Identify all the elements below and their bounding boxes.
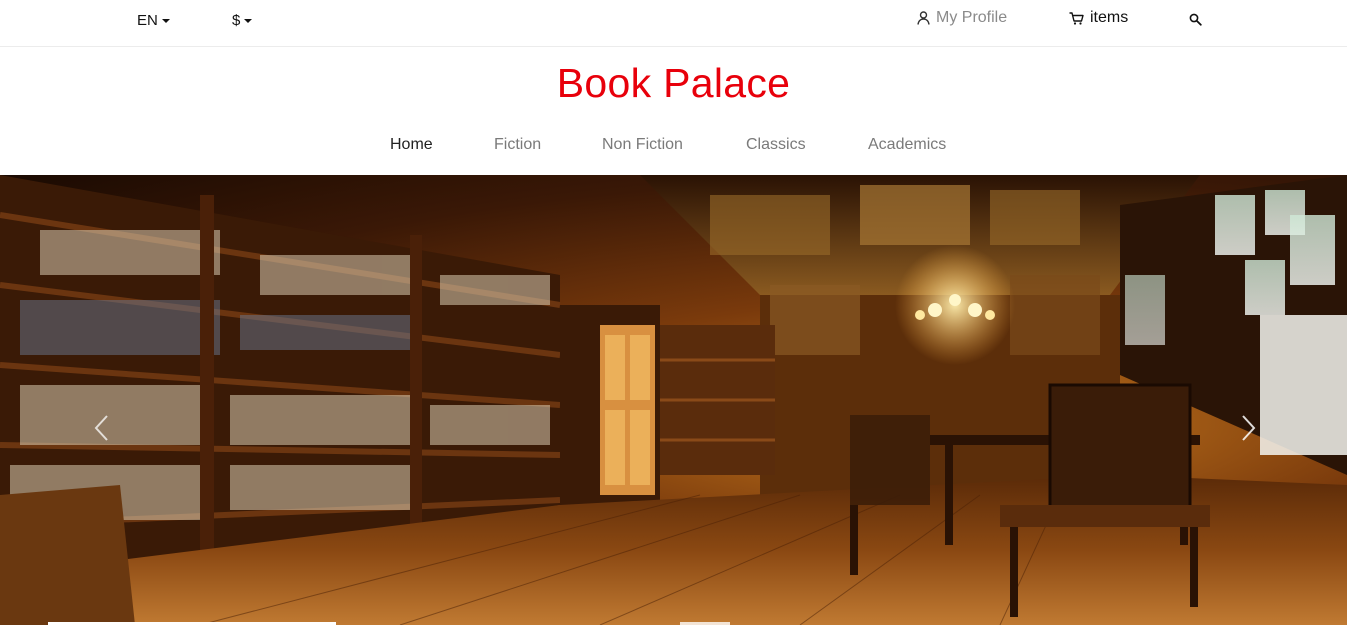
top-bar: EN $ My Profile items	[0, 0, 1347, 47]
cart-link[interactable]: items	[1069, 9, 1128, 27]
hero-carousel	[0, 175, 1347, 625]
nav-item-academics[interactable]: Academics	[868, 136, 946, 154]
my-profile-label: My Profile	[936, 9, 1008, 26]
search-icon	[1189, 13, 1202, 26]
library-image	[0, 175, 1347, 625]
caret-down-icon	[244, 19, 253, 23]
cart-label: items	[1090, 9, 1129, 26]
currency-label: $	[232, 12, 241, 29]
language-dropdown[interactable]: EN	[137, 12, 170, 29]
search-button[interactable]	[1189, 13, 1202, 31]
my-profile-link[interactable]: My Profile	[917, 9, 1007, 27]
language-label: EN	[137, 12, 158, 29]
nav-item-fiction[interactable]: Fiction	[494, 136, 541, 154]
currency-dropdown[interactable]: $	[232, 12, 253, 29]
chevron-left-icon[interactable]	[92, 413, 112, 443]
site-title: Book Palace	[556, 60, 791, 106]
caret-down-icon	[161, 19, 170, 23]
user-icon	[917, 11, 930, 25]
nav-item-classics[interactable]: Classics	[746, 136, 806, 154]
chevron-right-icon[interactable]	[1238, 413, 1258, 443]
nav-item-home[interactable]: Home	[390, 136, 433, 154]
nav-item-non-fiction[interactable]: Non Fiction	[602, 136, 683, 154]
cart-icon	[1069, 11, 1084, 25]
